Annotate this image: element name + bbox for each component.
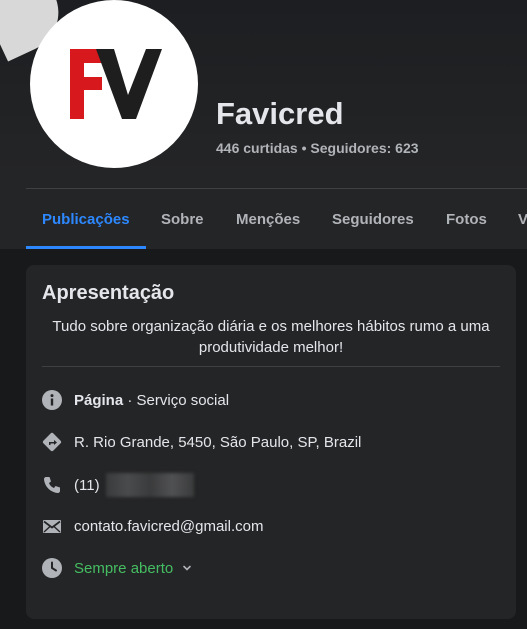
address-row[interactable]: R. Rio Grande, 5450, São Paulo, SP, Braz…	[42, 430, 361, 454]
category-row: Página · Serviço social	[42, 388, 229, 412]
page-stats: 446 curtidas • Seguidores: 623	[216, 140, 419, 156]
favicred-logo	[70, 49, 162, 119]
category-label: Página	[74, 391, 124, 409]
page-header: Favicred 446 curtidas • Seguidores: 623 …	[0, 0, 527, 249]
clock-icon	[42, 558, 62, 578]
email-row[interactable]: contato.favicred@gmail.com	[42, 514, 263, 538]
chevron-down-icon[interactable]	[181, 562, 193, 574]
tab-seguidores[interactable]: Seguidores	[332, 200, 414, 246]
email-text: contato.favicred@gmail.com	[74, 517, 264, 535]
tab-sobre[interactable]: Sobre	[161, 200, 204, 246]
hours-text: Sempre aberto	[74, 559, 174, 577]
intro-divider	[42, 366, 500, 367]
tab-publicacoes[interactable]: Publicações	[26, 200, 146, 249]
category-value: · Serviço social	[123, 391, 230, 409]
email-icon	[42, 516, 62, 536]
hours-row[interactable]: Sempre aberto	[42, 556, 193, 580]
directions-icon	[42, 432, 62, 452]
page-title: Favicred	[216, 96, 344, 131]
phone-number-redacted	[105, 473, 194, 497]
intro-card: Apresentação Tudo sobre organização diár…	[26, 265, 516, 619]
phone-icon	[42, 475, 62, 495]
intro-bio: Tudo sobre organização diária e os melho…	[52, 318, 490, 356]
intro-title: Apresentação	[42, 282, 175, 304]
profile-tabs: Publicações Sobre Menções Seguidores Fot…	[0, 200, 527, 249]
address-text: R. Rio Grande, 5450, São Paulo, SP, Braz…	[74, 433, 362, 451]
phone-row[interactable]: (11)	[42, 473, 194, 497]
phone-prefix: (11)	[74, 476, 100, 494]
tab-videos[interactable]: V	[518, 200, 527, 246]
tab-fotos[interactable]: Fotos	[446, 200, 487, 246]
info-icon	[42, 390, 62, 410]
profile-picture[interactable]	[30, 0, 198, 168]
header-divider	[26, 188, 527, 189]
tab-mencoes[interactable]: Menções	[236, 200, 300, 246]
